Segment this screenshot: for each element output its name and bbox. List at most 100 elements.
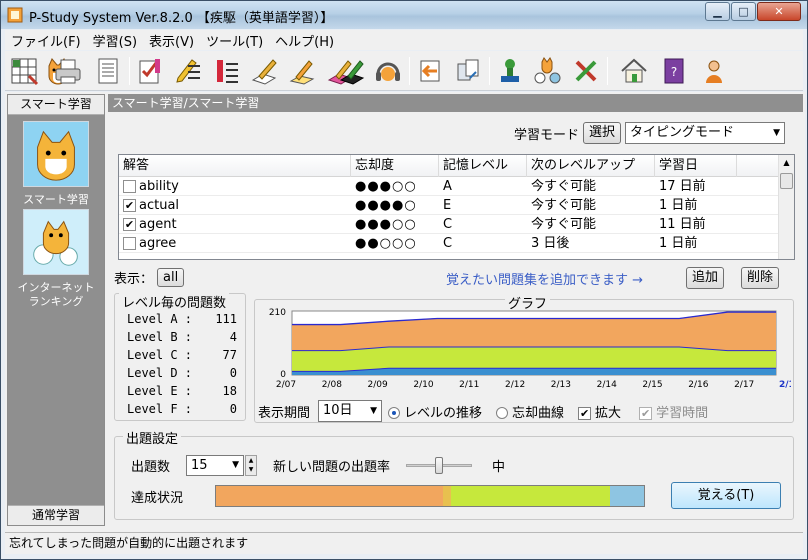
slider-thumb[interactable] [435,457,444,474]
app-window: P-Study System Ver.8.2.0 【疾駆（英単語学習）】 ▁ □… [0,0,808,560]
level-count: 0 [229,366,237,380]
red-list-icon[interactable] [209,54,243,88]
select-mode-button[interactable]: 選択 [582,122,621,144]
help-book-icon[interactable]: ? [657,54,691,88]
radio-indicator [388,407,401,419]
pencil-list-icon[interactable] [171,54,205,88]
question-count-field[interactable]: 15 ▼ [186,455,245,476]
home-icon[interactable] [617,54,651,88]
menu-help[interactable]: ヘルプ(H) [269,31,340,50]
back-arrow-icon[interactable] [413,54,447,88]
exam-count-row: 出題数 15 ▼ ▲ ▼ 新しい問題の出題率 中 [131,455,505,476]
col-forget[interactable]: 忘却度 [351,155,439,177]
col-study-date[interactable]: 学習日 [655,155,737,177]
add-button[interactable]: 追加 [686,267,725,289]
period-label: 表示期間 [258,405,311,421]
exam-settings-group: 出題設定 出題数 15 ▼ ▲ ▼ 新しい問題の出題率 中 達成状況 覚える(T) [114,428,794,520]
stamp-icon[interactable] [493,54,527,88]
radio-forgetting-curve[interactable]: 忘却曲線 [496,402,564,421]
col-answer[interactable]: 解答 [119,155,351,177]
filter-label: 表示： [114,272,154,287]
x-tick-label: 2/13 [551,380,571,390]
cell-answer: ability [139,179,179,194]
row-checkbox[interactable] [123,180,136,193]
memorize-button[interactable]: 覚える(T) [671,482,781,509]
chevron-down-icon: ▼ [232,460,240,470]
x-tick-label: 2/16 [688,380,708,390]
col-next-level[interactable]: 次のレベルアップ [527,155,655,177]
close-icon: ✕ [774,5,784,18]
radio-label: レベルの推移 [404,405,483,421]
new-rate-slider[interactable] [406,455,473,476]
maximize-button[interactable]: □ [731,2,756,21]
title-bar[interactable]: P-Study System Ver.8.2.0 【疾駆（英単語学習）】 ▁ □… [1,1,807,29]
table-row[interactable]: ✔ actual ●●●●○ E 今すぐ可能 1 日前 [119,196,779,215]
cell-forget: ●●●○○ [355,179,417,194]
row-checkbox[interactable]: ✔ [123,218,136,231]
checkbox-zoom[interactable]: ✔ 拡大 [578,402,621,421]
person-icon[interactable] [697,54,731,88]
menu-view[interactable]: 表示(V) [143,31,200,50]
sidebar-item-internet-ranking[interactable]: インターネット ランキング [8,209,104,309]
toolbar-separator [409,57,410,85]
radio-level-trend[interactable]: レベルの推移 [388,402,482,421]
question-count-label: 出題数 [131,460,171,475]
sidebar-item-smart-study[interactable]: スマート学習 [8,121,104,207]
period-value: 10日 [323,403,353,418]
filter-all-button[interactable]: all [157,268,185,287]
y-tick-label: 210 [269,308,286,318]
cell-level: C [443,217,453,232]
scroll-thumb[interactable] [780,173,793,189]
cell-level: C [443,236,453,251]
study-mode-select[interactable]: タイピングモード ▼ [625,122,785,144]
close-button[interactable]: ✕ [757,2,801,21]
delete-button[interactable]: 削除 [741,267,780,289]
level-count: 0 [229,402,237,416]
minimize-button[interactable]: ▁ [705,2,730,21]
toolbar-separator [607,57,608,85]
toolbar-separator [489,57,490,85]
col-level[interactable]: 記憶レベル [439,155,527,177]
checklist-icon[interactable] [133,54,167,88]
sidebar-item-label: スマート学習 [23,193,89,206]
chevron-down-icon: ▼ [773,128,780,138]
y-tick-label: 0 [280,370,286,380]
normal-study-tab[interactable]: 通常学習 [8,505,104,525]
question-count-stepper[interactable]: ▲ ▼ [245,455,258,476]
menu-study[interactable]: 学習(S) [87,31,143,50]
sidebar-item-label: ランキング [28,295,84,308]
table-row[interactable]: ✔ agent ●●●○○ C 今すぐ可能 11 日前 [119,215,779,234]
pencil-book-icon[interactable] [285,54,319,88]
ranking-avatar-icon [23,209,89,275]
row-checkbox[interactable]: ✔ [123,199,136,212]
menu-file[interactable]: ファイル(F) [5,31,87,50]
add-collection-link[interactable]: 覚えたい問題集を追加できます → [446,269,643,288]
x-tick-label: 2/17 [779,380,791,390]
tools-icon[interactable] [569,54,603,88]
checkbox-label: 拡大 [595,405,622,421]
printer-icon[interactable] [51,54,85,88]
headphones-icon[interactable] [371,54,405,88]
word-table[interactable]: 解答 忘却度 記憶レベル 次のレベルアップ 学習日 ability ●●●○○ A 今… [118,154,795,260]
period-select[interactable]: 10日 ▼ [318,400,383,422]
level-count: 111 [215,312,237,326]
svg-text:?: ? [671,65,677,79]
checkbox-study-time: ✔ 学習時間 [639,402,708,421]
table-row[interactable]: ability ●●●○○ A 今すぐ可能 17 日前 [119,177,779,196]
row-checkbox[interactable] [123,237,136,250]
document-list-icon[interactable] [91,54,125,88]
progress-segment [451,486,610,506]
users-icon[interactable] [531,54,565,88]
pen-paper-icon[interactable] [247,54,281,88]
level-count-row: Level F : 0 [127,402,237,416]
level-counts-title: レベル毎の問題数 [119,292,230,311]
menu-tools[interactable]: ツール(T) [200,31,269,50]
black-book-icon[interactable] [335,54,369,88]
table-scrollbar[interactable]: ▲ [778,155,794,259]
transfer-icon[interactable] [451,54,485,88]
study-settings-icon[interactable] [7,54,41,88]
scroll-up-icon[interactable]: ▲ [779,155,794,171]
cell-forget: ●●●○○ [355,217,417,232]
table-row[interactable]: agree ●●○○○ C 3 日後 1 日前 [119,234,779,253]
app-icon [7,7,23,23]
